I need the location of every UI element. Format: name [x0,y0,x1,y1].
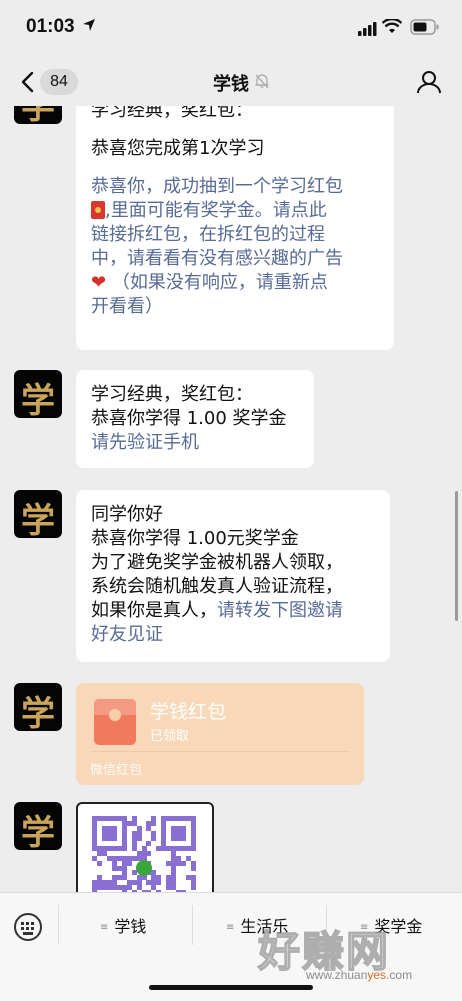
sender-avatar[interactable]: 学 [14,106,62,124]
keyboard-toggle-icon[interactable] [14,913,42,941]
message-text: 如果你是真人， [91,600,217,621]
sender-avatar[interactable]: 学 [14,370,62,418]
location-arrow-icon [83,19,95,31]
sender-avatar[interactable]: 学 [14,683,62,731]
scroll-indicator[interactable] [455,491,458,621]
cellular-signal-icon [358,22,377,36]
message-text: 系统会随机触发真人验证流程， [91,576,343,597]
message-link[interactable]: 开看看） [91,295,379,319]
red-envelope-emoji-icon [91,201,105,219]
message-bubble[interactable]: 同学你好 恭喜你学得 1.00元奖学金 为了避免奖学金被机器人领取， 系统会随机… [76,490,390,662]
message-text: 恭喜你学得 1.00元奖学金 [91,528,299,549]
home-indicator[interactable] [149,985,313,990]
message-text: 为了避免奖学金被机器人领取， [91,552,343,573]
message-link[interactable]: ❤ （如果没有响应，请重新点 [91,271,379,295]
red-envelope-icon [94,699,136,745]
menu-divider [58,905,59,945]
message-link[interactable]: ,里面可能有奖学金。请点此 [91,199,379,223]
forward-invite-link[interactable]: 好友见证 [91,623,375,647]
menu-item-xueqian[interactable]: ≡ 学钱 [100,913,146,937]
message-text: 学习经典，奖红包： [91,384,253,405]
status-time: 01:03 [26,16,75,37]
message-text: 恭喜您完成第1次学习 [91,138,265,159]
message-text: 学习经典，奖红包： [91,106,253,121]
message-link[interactable]: 链接拆红包，在拆红包的过程 [91,223,379,247]
message-link[interactable]: 恭喜你，成功抽到一个学习红包 [91,175,379,199]
message-text: 恭喜你学得 1.00 奖学金 [91,408,287,429]
chat-header: 84 学钱 [0,58,462,106]
submenu-icon: ≡ [100,922,109,933]
sender-avatar[interactable]: 学 [14,490,62,538]
qr-code-pattern [92,816,197,892]
submenu-icon: ≡ [226,922,235,933]
red-packet-name: 学钱红包 [150,701,227,723]
status-bar: 01:03 [0,0,462,58]
chat-title: 学钱 [213,74,249,95]
verify-phone-link[interactable]: 请先验证手机 [91,431,299,455]
message-link[interactable]: 中，请看看有没有感兴趣的广告 [91,247,379,271]
red-packet-status: 已领取 [150,729,190,744]
message-list[interactable]: 学 学习经典，奖红包： 恭喜您完成第1次学习 恭喜你，成功抽到一个学习红包 ,里… [0,106,462,892]
red-packet-footer: 微信红包 [90,763,143,778]
red-packet-divider [90,751,350,752]
watermark-logo: 好赚网 www.zhuanyes.com [257,926,413,982]
chat-info-person-icon[interactable] [416,69,442,95]
message-text: 同学你好 [91,504,163,525]
forward-invite-link[interactable]: 请转发下图邀请 [217,600,343,621]
qr-code-image[interactable] [76,802,214,892]
red-heart-emoji-icon: ❤ [91,272,107,293]
message-bubble[interactable]: 学习经典，奖红包： 恭喜你学得 1.00 奖学金 请先验证手机 [76,370,314,468]
wifi-icon [382,19,402,33]
sender-avatar[interactable]: 学 [14,802,62,850]
battery-icon [410,19,439,35]
mute-bell-icon [255,74,269,89]
red-packet-card[interactable]: 学钱红包 已领取 微信红包 [76,683,364,785]
message-bubble[interactable]: 学习经典，奖红包： 恭喜您完成第1次学习 恭喜你，成功抽到一个学习红包 ,里面可… [76,106,394,350]
menu-divider [192,905,193,945]
